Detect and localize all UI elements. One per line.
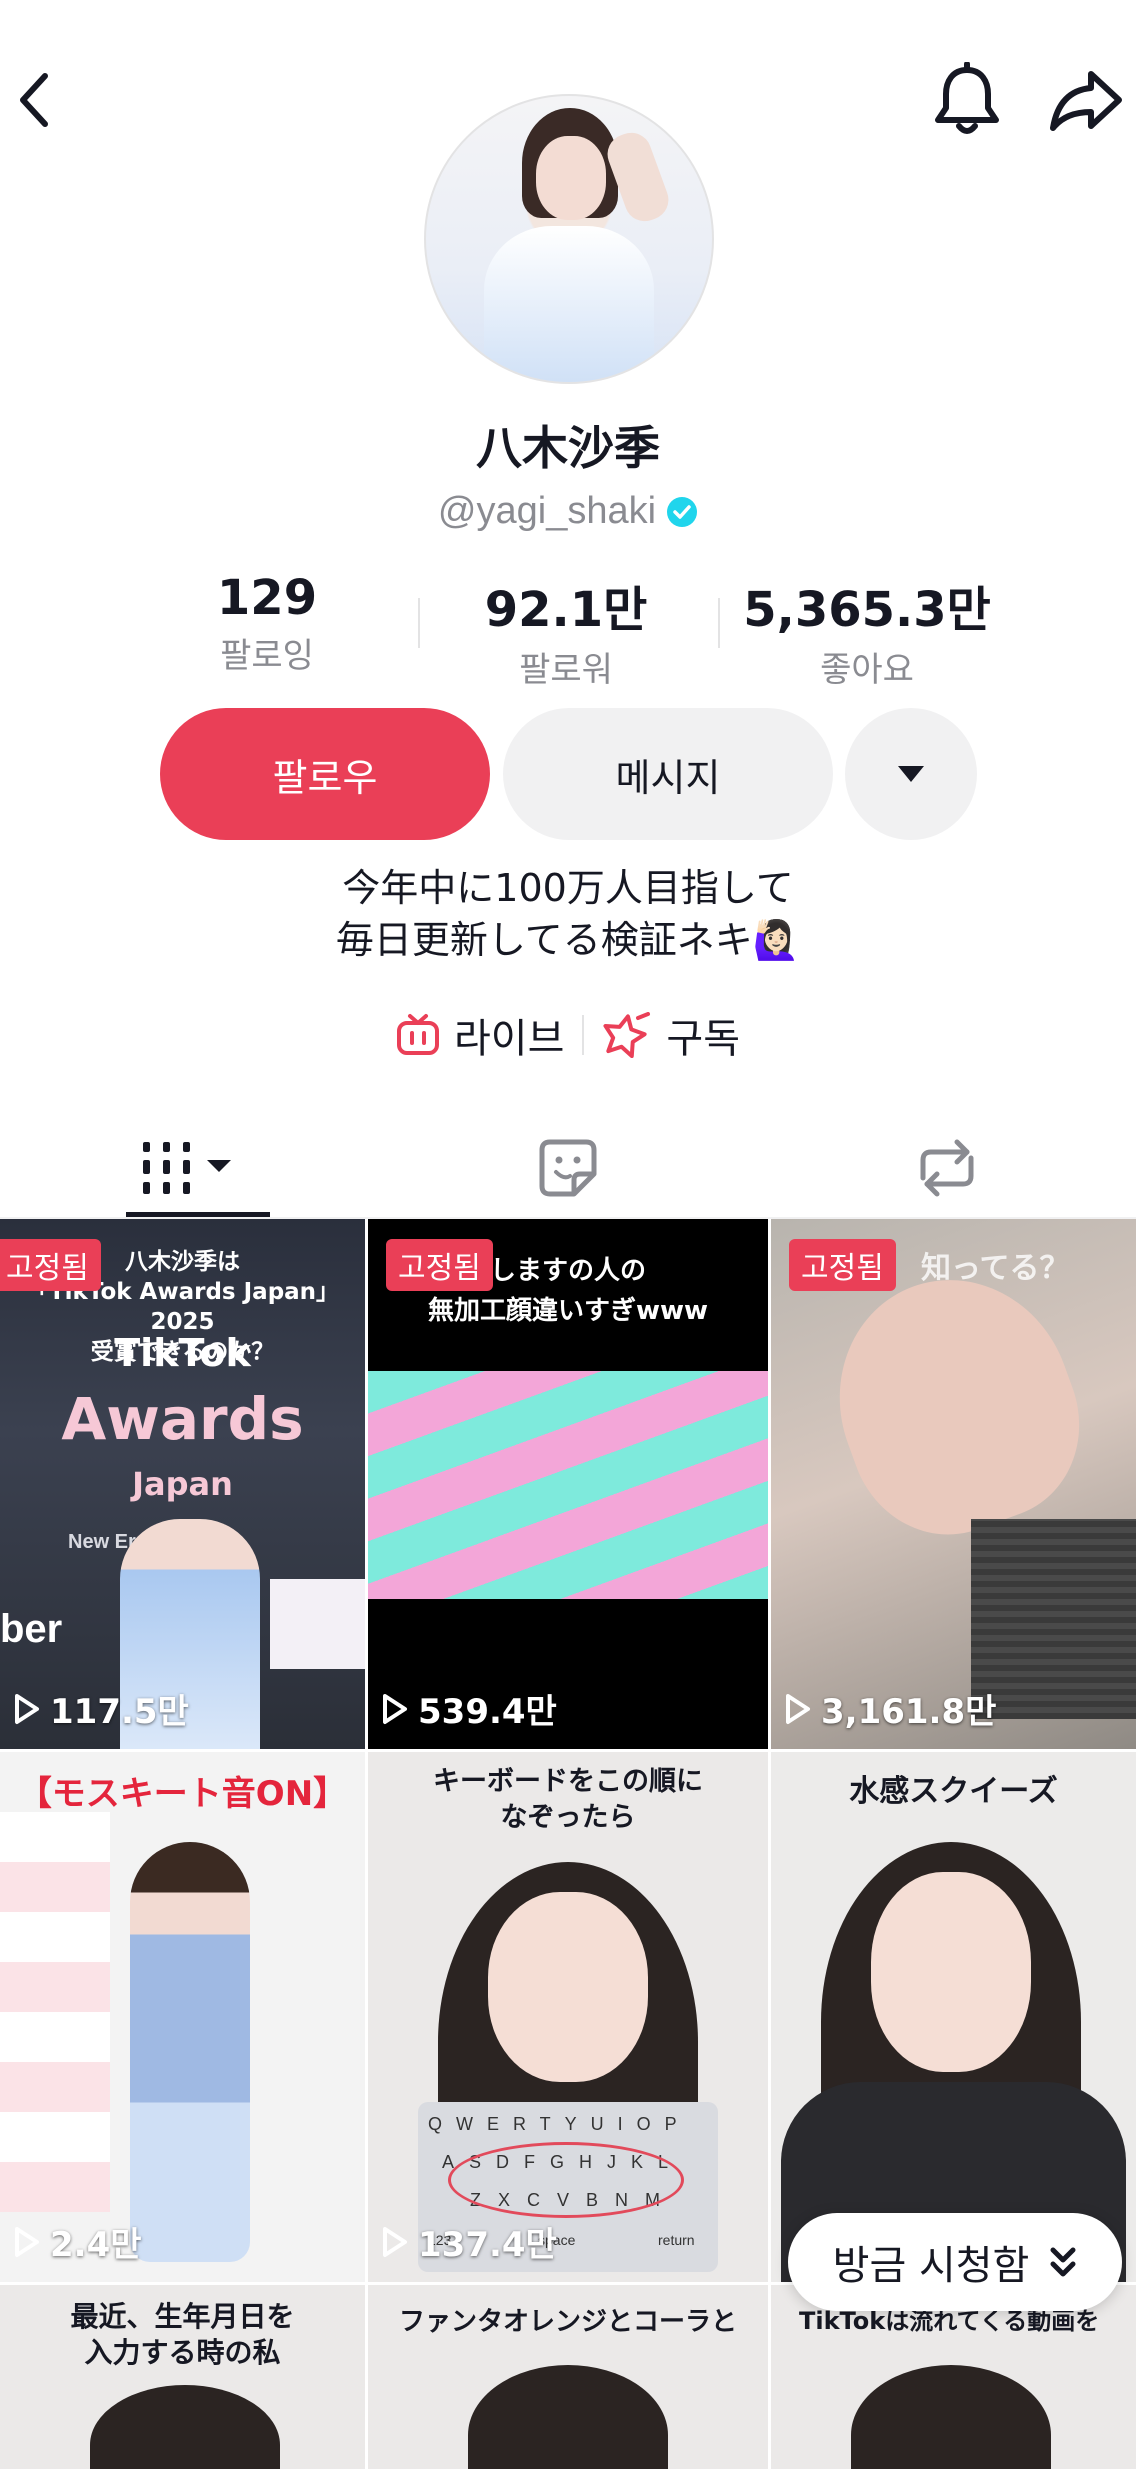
- back-button[interactable]: [0, 50, 70, 150]
- star-subscribe-icon: [603, 1012, 651, 1058]
- view-count: 539.4만: [382, 1684, 557, 1733]
- grid-bars-icon: [143, 1142, 231, 1194]
- video-overlay-subtitle: Japan: [132, 1465, 233, 1503]
- video-hair: [851, 2365, 1051, 2469]
- following-count: 129: [216, 570, 318, 626]
- subscribe-label: 구독: [666, 1016, 740, 1062]
- follow-button[interactable]: 팔로우: [160, 708, 490, 840]
- view-count: 3,161.8만: [785, 1684, 996, 1733]
- video-hair: [468, 2365, 668, 2469]
- share-button[interactable]: [1046, 50, 1126, 150]
- repost-icon: [920, 1139, 974, 1197]
- profile-bio: 今年中に100万人目指して 毎日更新してる検証ネキ🙋🏻‍♀️: [0, 862, 1136, 966]
- video-caption: 水感スクイーズ: [849, 1774, 1058, 1809]
- video-caption: 知ってる？: [921, 1251, 1070, 1286]
- view-count-text: 2.4만: [50, 2225, 142, 2265]
- likes-stat[interactable]: 5,365.3만 좋아요: [717, 570, 1017, 691]
- followers-count: 92.1만: [484, 582, 648, 638]
- pinned-badge: 고정됨: [386, 1239, 493, 1291]
- keyboard-return: return: [658, 2232, 695, 2248]
- live-link[interactable]: 라이브: [378, 1006, 582, 1064]
- back-chevron-icon: [20, 73, 48, 127]
- likes-label: 좋아요: [820, 650, 914, 690]
- video-overlay-brand: TikTok: [114, 1331, 251, 1375]
- view-count-text: 3,161.8만: [821, 1692, 997, 1732]
- play-outline-icon: [15, 2226, 39, 2257]
- play-outline-icon: [786, 1693, 810, 1724]
- bio-line-1: 今年中に100万人目指して: [342, 866, 794, 910]
- pinned-badge: 고정됨: [0, 1239, 101, 1291]
- video-face: [871, 1872, 1031, 2072]
- recently-watched-label: 방금 시청함: [832, 2243, 1030, 2289]
- followers-label: 팔로워: [519, 650, 613, 690]
- view-count: 117.5만: [14, 1684, 189, 1733]
- avatar-outfit: [484, 226, 654, 382]
- profile-links: 라이브 구독: [0, 1006, 1136, 1064]
- tab-videos[interactable]: [0, 1118, 378, 1218]
- video-overlay-title: Awards: [61, 1385, 304, 1453]
- keyboard-swipe-path: [448, 2142, 684, 2218]
- keyboard-row-1: QWERTYUIOP: [428, 2114, 691, 2134]
- video-caption: キーボードをこの順に なぞったら: [433, 1766, 703, 1833]
- video-thumbnail[interactable]: ファンタオレンジとコーラと: [368, 2285, 768, 2469]
- profile-handle-row: @yagi_shaki: [0, 490, 1136, 533]
- video-backdrop: [0, 1812, 110, 2212]
- play-outline-icon: [383, 2226, 407, 2257]
- live-label: 라이브: [453, 1016, 565, 1062]
- video-thumbnail[interactable]: しますの人の 無加工顔違いすぎwww 고정됨 539.4만: [368, 1219, 768, 1749]
- video-overlay-new-era: New Er: [68, 1531, 136, 1553]
- video-hair: [90, 2385, 280, 2469]
- profile-name: 八木沙季: [476, 421, 660, 475]
- video-thumbnail[interactable]: キーボードをこの順に なぞったら QWERTYUIOP ASDFGHJKL ZX…: [368, 1752, 768, 2282]
- play-outline-icon: [15, 1693, 39, 1724]
- video-thumbnail[interactable]: 八木沙季は 「TikTok Awards Japan」2025 受賞できるのか？…: [0, 1219, 365, 1749]
- following-label: 팔로잉: [220, 636, 314, 676]
- video-thumbnail[interactable]: 【モスキート音ON】 2.4만: [0, 1752, 365, 2282]
- triangle-down-icon: [898, 766, 924, 782]
- sticker-icon: [539, 1139, 597, 1197]
- play-outline-icon: [383, 1693, 407, 1724]
- video-thumbnail[interactable]: 最近、生年月日を 入力する時の私: [0, 2285, 365, 2469]
- video-stripes: [368, 1371, 768, 1599]
- tv-live-icon: [396, 1014, 439, 1055]
- video-hand: [805, 1247, 1107, 1561]
- subscribe-link[interactable]: 구독: [584, 1006, 758, 1064]
- video-person: [130, 1842, 250, 2262]
- view-count-text: 137.4만: [418, 2225, 557, 2265]
- view-count-text: 117.5만: [50, 1692, 189, 1732]
- double-chevron-down-icon: [1050, 2247, 1076, 2277]
- view-count: 137.4만: [382, 2217, 557, 2266]
- video-overlay-ber: ber: [0, 1607, 63, 1651]
- view-count-text: 539.4만: [418, 1692, 557, 1732]
- suggested-accounts-button[interactable]: [845, 708, 977, 840]
- video-face: [488, 1892, 648, 2082]
- recently-watched-button[interactable]: 방금 시청함: [788, 2213, 1122, 2311]
- video-caption: ファンタオレンジとコーラと: [398, 2307, 737, 2337]
- share-arrow-icon: [1050, 71, 1122, 131]
- followers-stat[interactable]: 92.1만 팔로워: [416, 570, 716, 691]
- pinned-badge: 고정됨: [789, 1239, 896, 1291]
- tab-favorites[interactable]: [379, 1118, 757, 1218]
- notification-button[interactable]: [925, 50, 1009, 150]
- verified-badge-icon: [667, 496, 698, 527]
- video-thumbnail[interactable]: 水感スクイーズ: [771, 1752, 1136, 2282]
- avatar[interactable]: [424, 94, 714, 384]
- video-caption: 最近、生年月日を 入力する時の私: [70, 2300, 295, 2369]
- following-stat[interactable]: 129 팔로잉: [117, 570, 417, 677]
- message-button[interactable]: 메시지: [503, 708, 833, 840]
- video-thumbnail[interactable]: TikTokは流れてくる動画を: [771, 2285, 1136, 2469]
- profile-handle: @yagi_shaki: [437, 490, 657, 532]
- likes-count: 5,365.3만: [743, 582, 991, 638]
- video-banner: [270, 1579, 365, 1669]
- bio-line-2: 毎日更新してる検証ネキ🙋🏻‍♀️: [335, 918, 801, 962]
- bell-icon: [935, 62, 999, 134]
- video-thumbnail[interactable]: 知ってる？ 고정됨 3,161.8만: [771, 1219, 1136, 1749]
- video-caption: 【モスキート音ON】: [17, 1774, 348, 1814]
- tab-reposts[interactable]: [758, 1118, 1136, 1218]
- avatar-face: [536, 136, 606, 220]
- view-count: 2.4만: [14, 2217, 142, 2266]
